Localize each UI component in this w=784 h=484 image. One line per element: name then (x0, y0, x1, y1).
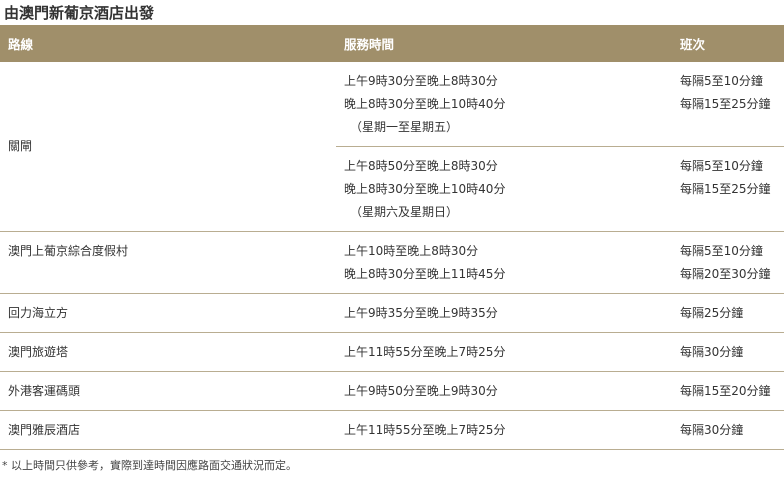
route-cell: 外港客運碼頭 (0, 371, 336, 411)
frequency-line: 每隔30分鐘 (680, 345, 744, 359)
frequency-cell: 每隔15至20分鐘 (672, 371, 784, 411)
frequency-cell: 每隔30分鐘 (672, 332, 784, 372)
frequency-line: 每隔20至30分鐘 (680, 267, 771, 281)
hours-line: 上午11時55分至晚上7時25分 (344, 423, 506, 437)
table-body: 關閘 上午9時30分至晚上8時30分 晚上8時30分至晚上10時40分 （星期一… (0, 62, 784, 450)
table-row: 回力海立方 上午9時35分至晚上9時35分 每隔25分鐘 (0, 293, 784, 333)
table-row: 外港客運碼頭 上午9時50分至晚上9時30分 每隔15至20分鐘 (0, 371, 784, 411)
table-row: 關閘 上午9時30分至晚上8時30分 晚上8時30分至晚上10時40分 （星期一… (0, 62, 784, 232)
frequency-line: 每隔5至10分鐘 (680, 74, 763, 88)
hours-cell: 上午8時50分至晚上8時30分 晚上8時30分至晚上10時40分 （星期六及星期… (336, 146, 672, 232)
hours-line: 晚上8時30分至晚上10時40分 (344, 97, 506, 111)
route-cell: 澳門雅辰酒店 (0, 410, 336, 450)
hours-cell: 上午9時35分至晚上9時35分 (336, 293, 672, 333)
hours-cell: 上午10時至晚上8時30分 晚上8時30分至晚上11時45分 (336, 231, 672, 294)
table-header-row: 路線 服務時間 班次 (0, 25, 784, 62)
route-cell: 關閘 (0, 62, 336, 232)
weekday-note: （星期一至星期五） (350, 120, 459, 134)
weekend-note: （星期六及星期日） (350, 205, 459, 219)
frequency-cell: 每隔5至10分鐘 每隔20至30分鐘 (672, 231, 784, 294)
frequency-cell: 每隔5至10分鐘 每隔15至25分鐘 (672, 146, 784, 232)
hours-line: 上午11時55分至晚上7時25分 (344, 345, 506, 359)
frequency-line: 每隔15至25分鐘 (680, 97, 771, 111)
route-cell: 澳門旅遊塔 (0, 332, 336, 372)
hours-line: 晚上8時30分至晚上10時40分 (344, 182, 506, 196)
hours-line: 上午9時30分至晚上8時30分 (344, 74, 498, 88)
frequency-line: 每隔15至25分鐘 (680, 182, 771, 196)
table-row: 澳門雅辰酒店 上午11時55分至晚上7時25分 每隔30分鐘 (0, 410, 784, 450)
hours-line: 上午9時50分至晚上9時30分 (344, 384, 498, 398)
frequency-line: 每隔15至20分鐘 (680, 384, 771, 398)
frequency-line: 每隔30分鐘 (680, 423, 744, 437)
table-header: 路線 服務時間 班次 (0, 25, 784, 62)
shuttle-schedule-table: 路線 服務時間 班次 關閘 上午9時30分至晚上8時30分 晚上8時30分至晚上… (0, 25, 784, 450)
frequency-line: 每隔5至10分鐘 (680, 159, 763, 173)
frequency-line: 每隔25分鐘 (680, 306, 744, 320)
frequency-line: 每隔5至10分鐘 (680, 244, 763, 258)
hours-line: 上午10時至晚上8時30分 (344, 244, 479, 258)
hours-line: 上午9時35分至晚上9時35分 (344, 306, 498, 320)
frequency-cell: 每隔30分鐘 (672, 410, 784, 450)
route-cell: 澳門上葡京綜合度假村 (0, 231, 336, 294)
column-header-hours: 服務時間 (336, 25, 672, 62)
hours-cell: 上午9時30分至晚上8時30分 晚上8時30分至晚上10時40分 （星期一至星期… (336, 62, 672, 147)
route-cell: 回力海立方 (0, 293, 336, 333)
shuttle-schedule-page: 由澳門新葡京酒店出發 路線 服務時間 班次 關閘 上午9時30分至晚上8時30分… (0, 0, 784, 484)
hours-cell: 上午11時55分至晚上7時25分 (336, 332, 672, 372)
footnote: * 以上時間只供參考，實際到達時間因應路面交通狀況而定。 (2, 459, 297, 472)
table-row: 澳門上葡京綜合度假村 上午10時至晚上8時30分 晚上8時30分至晚上11時45… (0, 231, 784, 294)
hours-cell: 上午11時55分至晚上7時25分 (336, 410, 672, 450)
column-header-route: 路線 (0, 25, 336, 62)
hours-cell: 上午9時50分至晚上9時30分 (336, 371, 672, 411)
table-row: 澳門旅遊塔 上午11時55分至晚上7時25分 每隔30分鐘 (0, 332, 784, 372)
column-header-frequency: 班次 (672, 25, 784, 62)
frequency-cell: 每隔5至10分鐘 每隔15至25分鐘 (672, 62, 784, 147)
page-title: 由澳門新葡京酒店出發 (4, 4, 155, 22)
frequency-cell: 每隔25分鐘 (672, 293, 784, 333)
hours-line: 上午8時50分至晚上8時30分 (344, 159, 498, 173)
hours-line: 晚上8時30分至晚上11時45分 (344, 267, 506, 281)
